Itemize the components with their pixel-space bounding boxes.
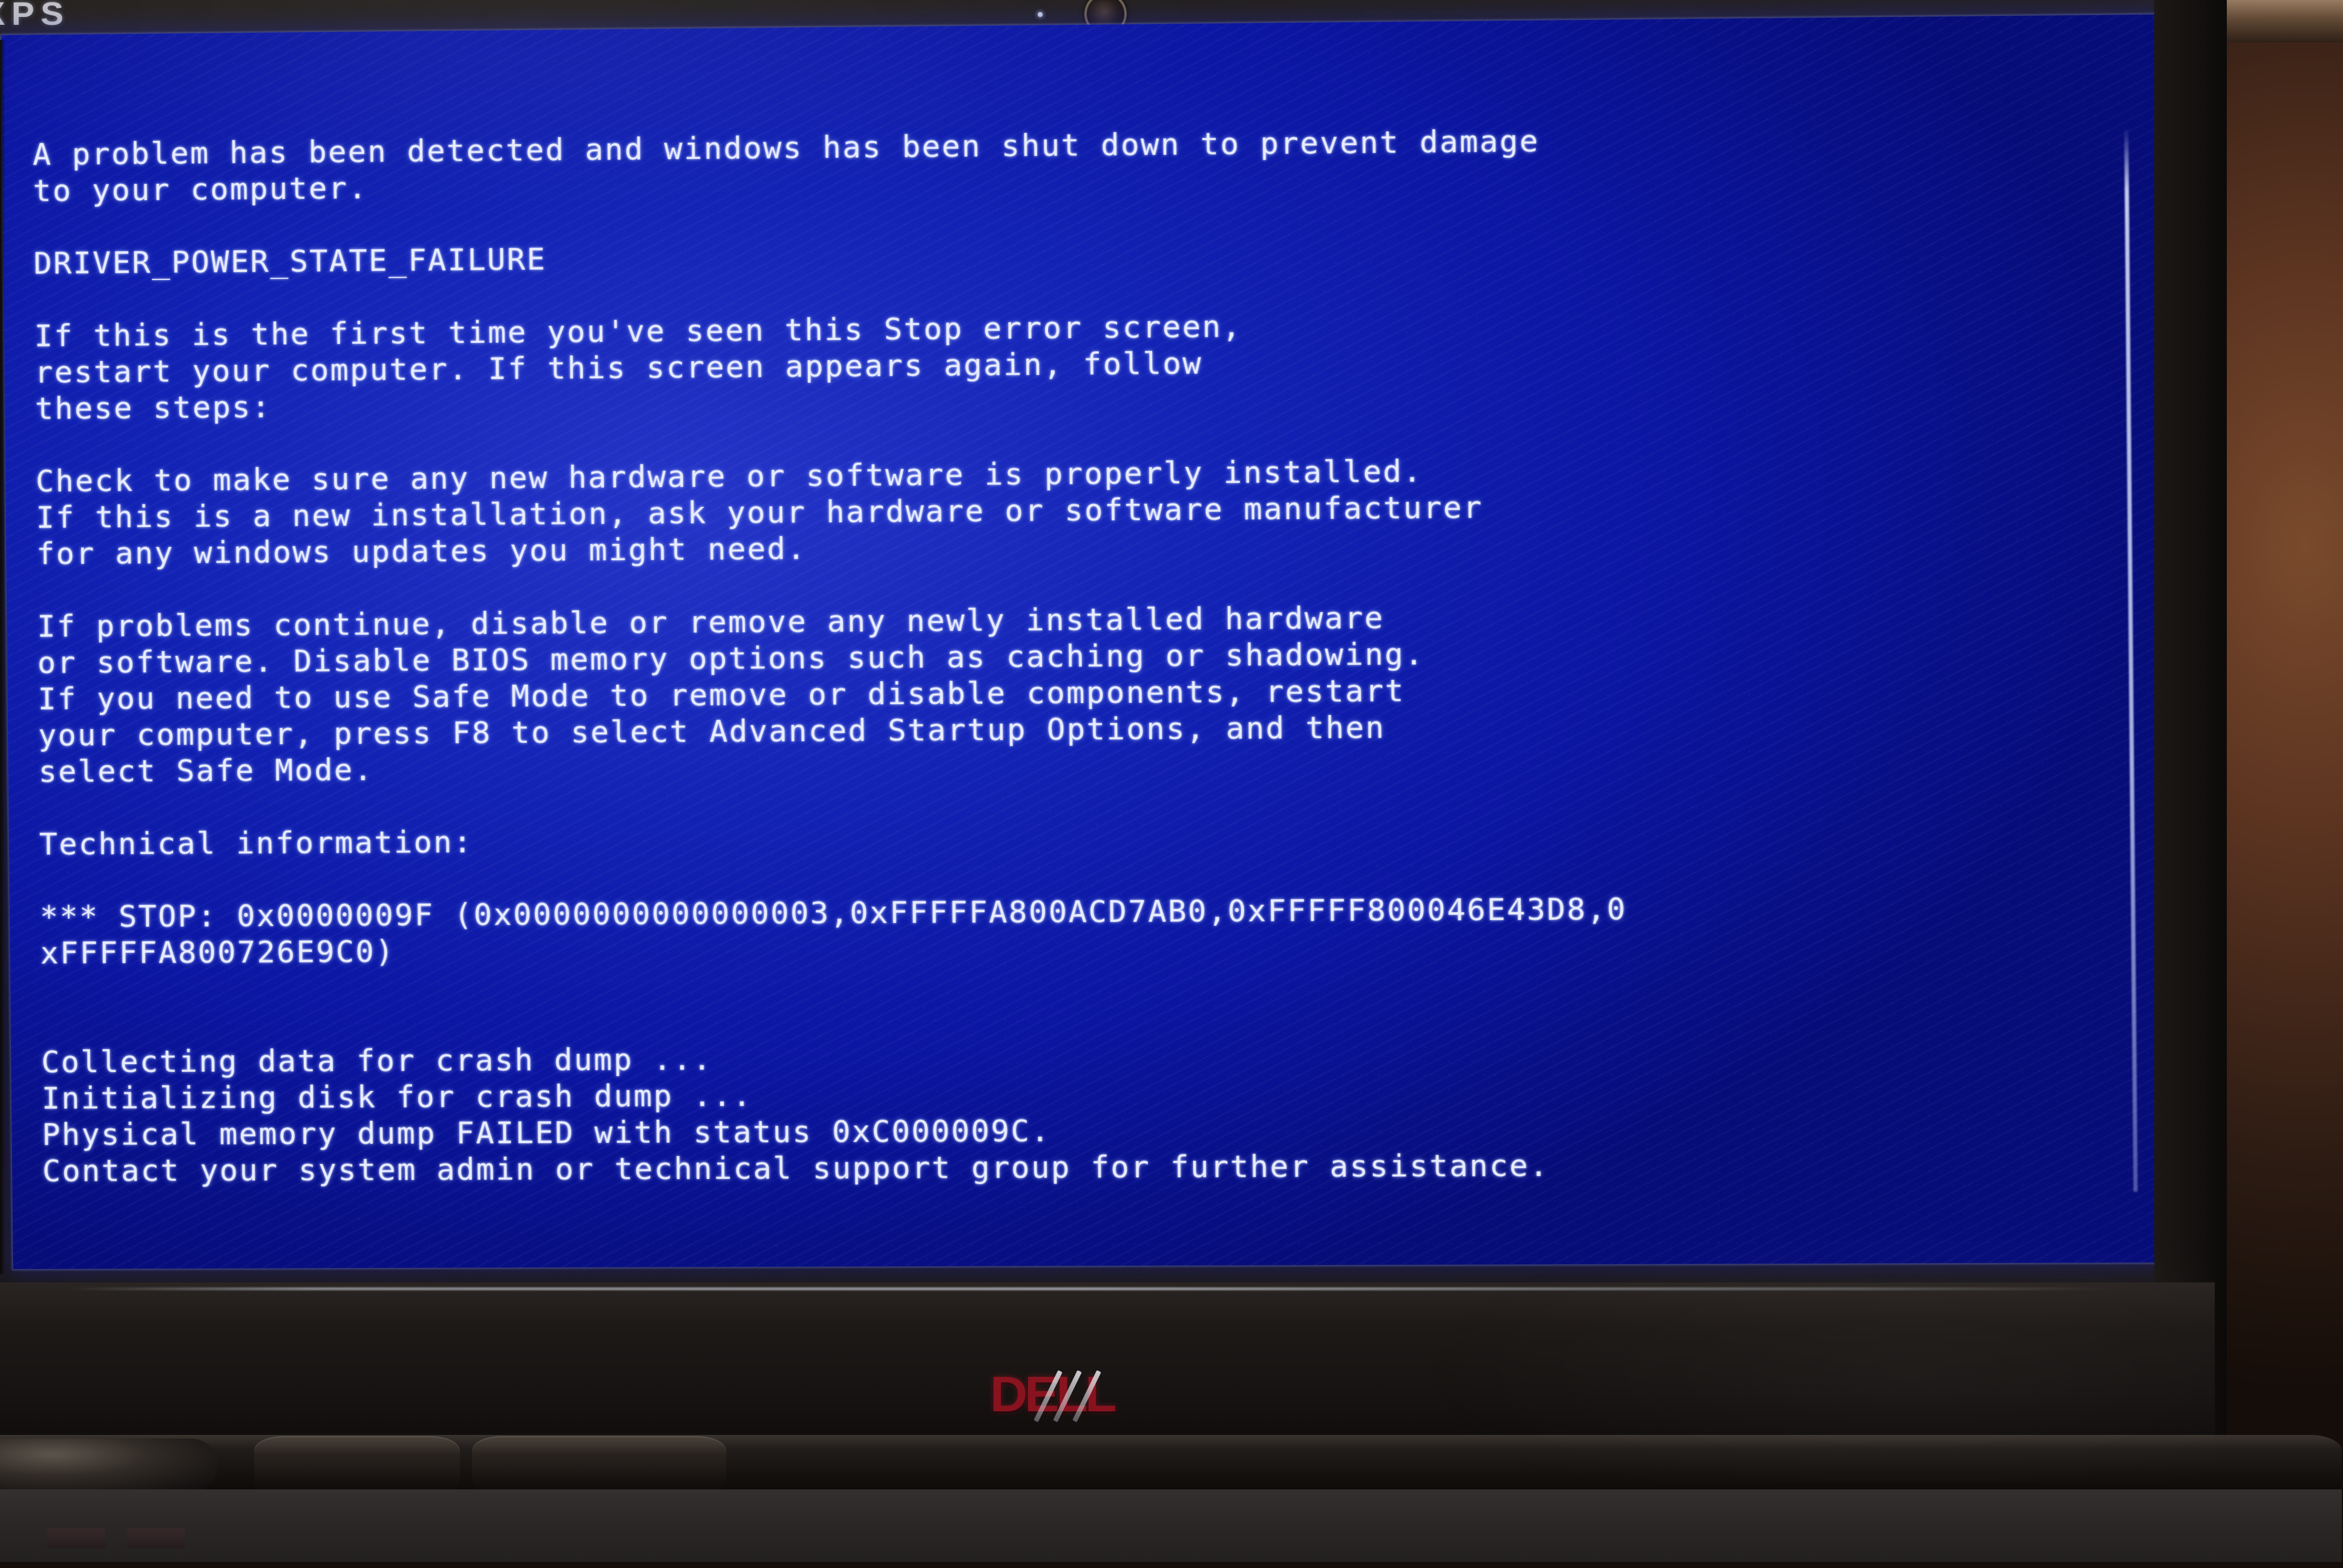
laptop-display: A problem has been detected and windows … xyxy=(1,14,2171,1269)
bottom-bezel-highlight xyxy=(67,1287,2112,1290)
hinge-barrel xyxy=(472,1436,726,1494)
hinge-barrel xyxy=(254,1436,460,1494)
screen-left-shadow xyxy=(0,40,5,1274)
bsod-text-block: A problem has been detected and windows … xyxy=(1,15,2170,1269)
keyboard-key xyxy=(47,1528,105,1549)
laptop-photo: XPS A problem has been detected and wind… xyxy=(0,0,2343,1568)
laptop-lid-bezel: XPS A problem has been detected and wind… xyxy=(0,0,2342,1562)
hinge-end-cap xyxy=(0,1439,218,1492)
keyboard-deck xyxy=(0,1489,2342,1562)
keyboard-key xyxy=(127,1528,185,1549)
bsod-screen: A problem has been detected and windows … xyxy=(1,14,2171,1269)
xps-brand-badge: XPS xyxy=(0,0,70,32)
webcam-indicator-led xyxy=(1038,12,1043,17)
lid-right-edge xyxy=(2154,0,2227,1464)
bsod-dump-line-4: Contact your system admin or technical s… xyxy=(42,1148,1550,1189)
